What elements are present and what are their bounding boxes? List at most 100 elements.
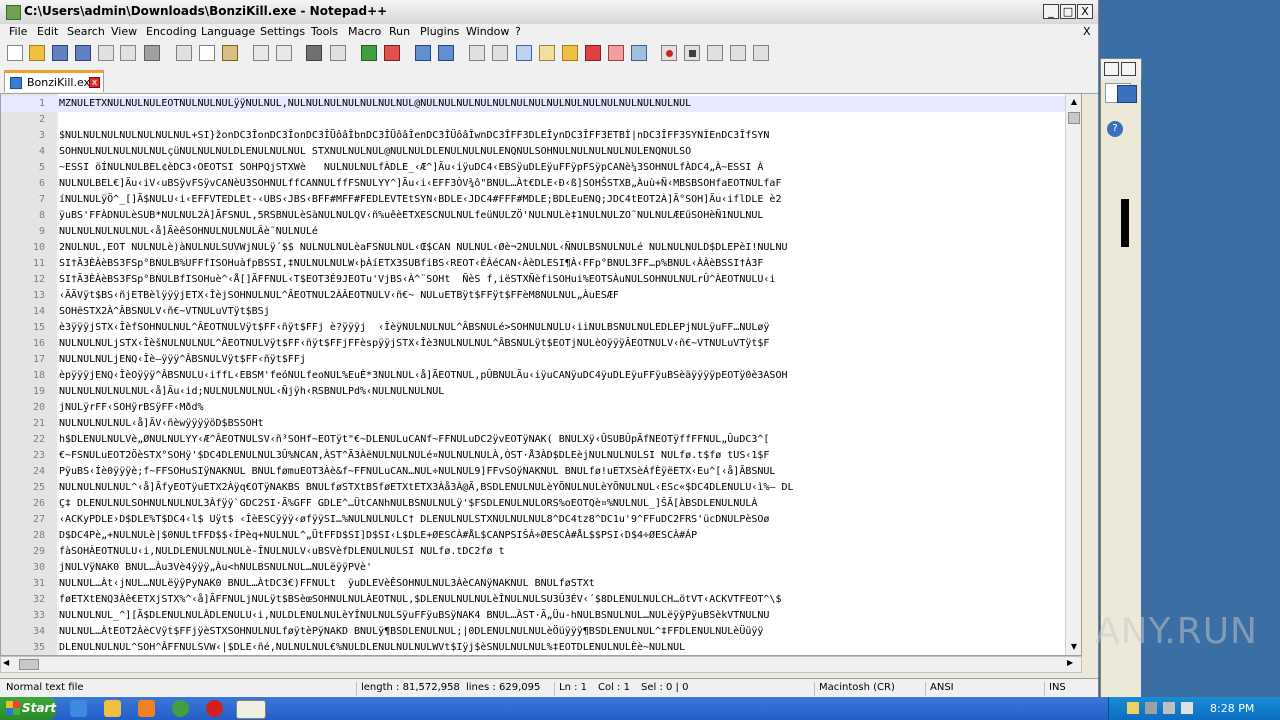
editor-line[interactable]: 17 NULNULNULjENQ‹Îè—ÿÿÿ^ÂBSNULVÿt$FF‹ñÿt$… bbox=[1, 352, 1081, 368]
zoom-in-icon[interactable] bbox=[361, 45, 377, 61]
menu-edit[interactable]: Edit bbox=[37, 25, 58, 38]
editor-line[interactable]: 16 NULNULNULjSTX‹ÎèšNULNULNUL^ÂEOTNULVÿt$… bbox=[1, 336, 1081, 352]
word-wrap-icon[interactable] bbox=[469, 45, 485, 61]
editor-line[interactable]: 30 jNULVÿNAK0 BNUL…Àu3Vè4ÿÿÿ„Àu<hNULBSNUL… bbox=[1, 560, 1081, 576]
editor-line[interactable]: 11 SI†Ã3ÈÀèBS3FSp°BNULB%UFFfISOHuàfpBSSI,… bbox=[1, 256, 1081, 272]
close-all-icon[interactable] bbox=[120, 45, 136, 61]
new-file-icon[interactable] bbox=[7, 45, 23, 61]
security-icon[interactable] bbox=[206, 700, 223, 717]
scroll-left-icon[interactable]: ◀ bbox=[3, 658, 9, 667]
play-macro-icon[interactable] bbox=[707, 45, 723, 61]
tray-volume-icon[interactable] bbox=[1163, 702, 1175, 714]
folder-workspace-icon[interactable] bbox=[608, 45, 624, 61]
menu-tools[interactable]: Tools bbox=[311, 25, 338, 38]
editor-line[interactable]: 19 NULNULNULNULNUL‹å]Ãu‹id;NULNULNULNUL‹Ñ… bbox=[1, 384, 1081, 400]
indent-guide-icon[interactable] bbox=[516, 45, 532, 61]
horizontal-scrollbar[interactable]: ◀ ▶ bbox=[0, 656, 1082, 673]
record-macro-icon[interactable] bbox=[661, 45, 677, 61]
editor-line[interactable]: 22 h$DLENULNULVè„ØNULNULYY‹Æ^ÂEOTNULSV‹ñ³… bbox=[1, 432, 1081, 448]
redo-icon[interactable] bbox=[276, 45, 292, 61]
undo-icon[interactable] bbox=[253, 45, 269, 61]
show-all-chars-icon[interactable] bbox=[492, 45, 508, 61]
menu-settings[interactable]: Settings bbox=[260, 25, 305, 38]
editor-line[interactable]: 7 íNULNULÿÖ^_[]Ã$NULU‹i‹EFFVTEDLEt-‹UBS‹J… bbox=[1, 192, 1081, 208]
editor-line[interactable]: 8 ÿuBS'FFÀDNULèSUB*NULNUL2À]ÃFSNUL,5RSBNU… bbox=[1, 208, 1081, 224]
copy-icon[interactable] bbox=[199, 45, 215, 61]
menu-view[interactable]: View bbox=[111, 25, 137, 38]
editor-line[interactable]: 14 SOHëSTX2À^ÂBSNULV‹ñ€~VTNULuVTÿt$BSj bbox=[1, 304, 1081, 320]
menu-encoding[interactable]: Encoding bbox=[146, 25, 197, 38]
maximize-button[interactable]: □ bbox=[1060, 4, 1076, 19]
editor-line[interactable]: 25 NULNULNULNUL^‹å]ÃfyEOTÿuETX2Àÿq€OTÿNAK… bbox=[1, 480, 1081, 496]
close-document-x[interactable]: X bbox=[1083, 25, 1091, 38]
function-list-icon[interactable] bbox=[585, 45, 601, 61]
editor-line[interactable]: 10 2NULNUL,EOT NULNULè)àNULNULSUVWjNULÿ´$… bbox=[1, 240, 1081, 256]
scroll-up-icon[interactable]: ▲ bbox=[1067, 95, 1081, 109]
help-icon[interactable]: ? bbox=[1107, 121, 1123, 137]
tray-warning-icon[interactable] bbox=[1127, 702, 1139, 714]
open-file-icon[interactable] bbox=[29, 45, 45, 61]
notepadpp-taskbar-button[interactable] bbox=[236, 700, 266, 719]
find-icon[interactable] bbox=[306, 45, 322, 61]
editor-line[interactable]: 12 SI†Ã3ÈÀèBS3FSp°BNULBfISOHuè^‹Å[]ÃFFNUL… bbox=[1, 272, 1081, 288]
menu-plugins[interactable]: Plugins bbox=[420, 25, 459, 38]
editor-line[interactable]: 29 fàSOHÀEOTNULU‹i,NULDLENULNULNULè-ÎNULN… bbox=[1, 544, 1081, 560]
close-button[interactable]: X bbox=[1077, 4, 1093, 19]
scroll-right-icon[interactable]: ▶ bbox=[1067, 658, 1073, 667]
tab-bonzikill[interactable]: BonziKill.exe x bbox=[4, 70, 104, 92]
cut-icon[interactable] bbox=[176, 45, 192, 61]
save-macro-icon[interactable] bbox=[753, 45, 769, 61]
menu-language[interactable]: Language bbox=[201, 25, 255, 38]
menu-search[interactable]: Search bbox=[67, 25, 105, 38]
vertical-scrollbar[interactable]: ▲ ▼ bbox=[1065, 94, 1081, 655]
monitoring-icon[interactable] bbox=[631, 45, 647, 61]
close-icon[interactable] bbox=[98, 45, 114, 61]
tab-close-icon[interactable]: x bbox=[89, 77, 100, 88]
editor-line[interactable]: 3 $NULNULNULNULNULNULNUL+SI}žonDC3ÎonDC3Î… bbox=[1, 128, 1081, 144]
editor-line[interactable]: 34 NULNUL…ÀtEOT2ÀèCVÿt$FFjÿèSTXSOHNULNULf… bbox=[1, 624, 1081, 640]
tray-network-icon[interactable] bbox=[1145, 702, 1157, 714]
editor-line[interactable]: 5 ~ESSI öÍNULNULBEL¢èDC3‹OEOTSI SOHPQjSTX… bbox=[1, 160, 1081, 176]
title-bar[interactable]: C:\Users\admin\Downloads\BonziKill.exe -… bbox=[0, 0, 1098, 25]
editor-line[interactable]: 15 è3ÿÿÿjSTX‹ÎèfSOHNULNUL^ÂEOTNULVÿt$FF‹ñ… bbox=[1, 320, 1081, 336]
editor-line[interactable]: 31 NULNUL…Àt‹jNUL…NULëÿÿPyNAK0 BNUL…ÀtDC3… bbox=[1, 576, 1081, 592]
text-editor[interactable]: 1 MZNULETXNULNULNULEOTNULNULNULÿÿNULNUL,N… bbox=[0, 93, 1082, 656]
editor-line[interactable]: 32 føETXtENQ3Àê€ETXjSTX%^‹å]ÃFFNULjNULÿt$… bbox=[1, 592, 1081, 608]
editor-line[interactable]: 18 èpÿÿÿjENQ‹ÎèOÿÿÿ^ÂBSNULU‹iffL‹EBSM'feó… bbox=[1, 368, 1081, 384]
stop-macro-icon[interactable] bbox=[684, 45, 700, 61]
sync-vertical-icon[interactable] bbox=[415, 45, 431, 61]
replace-icon[interactable] bbox=[330, 45, 346, 61]
editor-line[interactable]: 33 NULNULNUL_^][Ã$DLENULNULÀDLENULU‹i,NUL… bbox=[1, 608, 1081, 624]
print-icon[interactable] bbox=[144, 45, 160, 61]
menu-macro[interactable]: Macro bbox=[348, 25, 381, 38]
editor-line[interactable]: 24 PÿuBS‹Íè0ÿÿÿè;f~FFSOHuSIÿNAKNUL BNULfø… bbox=[1, 464, 1081, 480]
sync-horizontal-icon[interactable] bbox=[438, 45, 454, 61]
start-button[interactable]: Start bbox=[0, 697, 56, 720]
paste-icon[interactable] bbox=[222, 45, 238, 61]
scroll-down-icon[interactable]: ▼ bbox=[1067, 640, 1081, 654]
editor-line[interactable]: 23 €~FSNULuEOT2ÖèSTX°SOHÿ'$DC4DLENULNUL3Û… bbox=[1, 448, 1081, 464]
editor-line[interactable]: 28 D$DC4Pè„+NULNULè|$0NULtFFD$$‹ÍPèq+NULN… bbox=[1, 528, 1081, 544]
explorer-icon[interactable] bbox=[104, 700, 121, 717]
menu-file[interactable]: File bbox=[9, 25, 27, 38]
editor-line[interactable]: 6 NULNULBEL€]Ãu‹iV‹uBSÿvFSÿvCANèU3SOHNULf… bbox=[1, 176, 1081, 192]
menu-run[interactable]: Run bbox=[389, 25, 410, 38]
editor-line[interactable]: 35 DLENULNULNUL^SOH^ÂFFNULSVW‹|$DLE‹ñé,NU… bbox=[1, 640, 1081, 655]
editor-line[interactable]: 26 Ç‡ DLENULNULSOHNULNULNUL3Àfÿÿ`GDC2SI·Ã… bbox=[1, 496, 1081, 512]
editor-line[interactable]: 20 jNULÿrFF‹SOHÿrBSÿFF‹Mðd% bbox=[1, 400, 1081, 416]
save-icon[interactable] bbox=[52, 45, 68, 61]
media-player-icon[interactable] bbox=[138, 700, 155, 717]
background-close-icon[interactable] bbox=[1121, 62, 1136, 76]
horizontal-scroll-thumb[interactable] bbox=[19, 659, 39, 670]
udl-icon[interactable] bbox=[539, 45, 555, 61]
tray-flag-icon[interactable] bbox=[1181, 702, 1193, 714]
editor-line[interactable]: 1 MZNULETXNULNULNULEOTNULNULNULÿÿNULNUL,N… bbox=[1, 96, 1081, 112]
editor-line[interactable]: 4 SOHNULNULNULNULNULçüNULNULNULDLENULNULN… bbox=[1, 144, 1081, 160]
run-macro-multiple-icon[interactable] bbox=[730, 45, 746, 61]
search-icon[interactable] bbox=[1117, 85, 1137, 103]
menu-help[interactable]: ? bbox=[515, 25, 521, 38]
chrome-icon[interactable] bbox=[172, 700, 189, 717]
editor-line[interactable]: 27 ‹ACKyPDLE›D$DLE%T$DC4‹l$ Uÿt$ ‹ÎèESCÿÿ… bbox=[1, 512, 1081, 528]
minimize-button[interactable]: _ bbox=[1043, 4, 1059, 19]
vertical-scroll-thumb[interactable] bbox=[1068, 112, 1080, 124]
